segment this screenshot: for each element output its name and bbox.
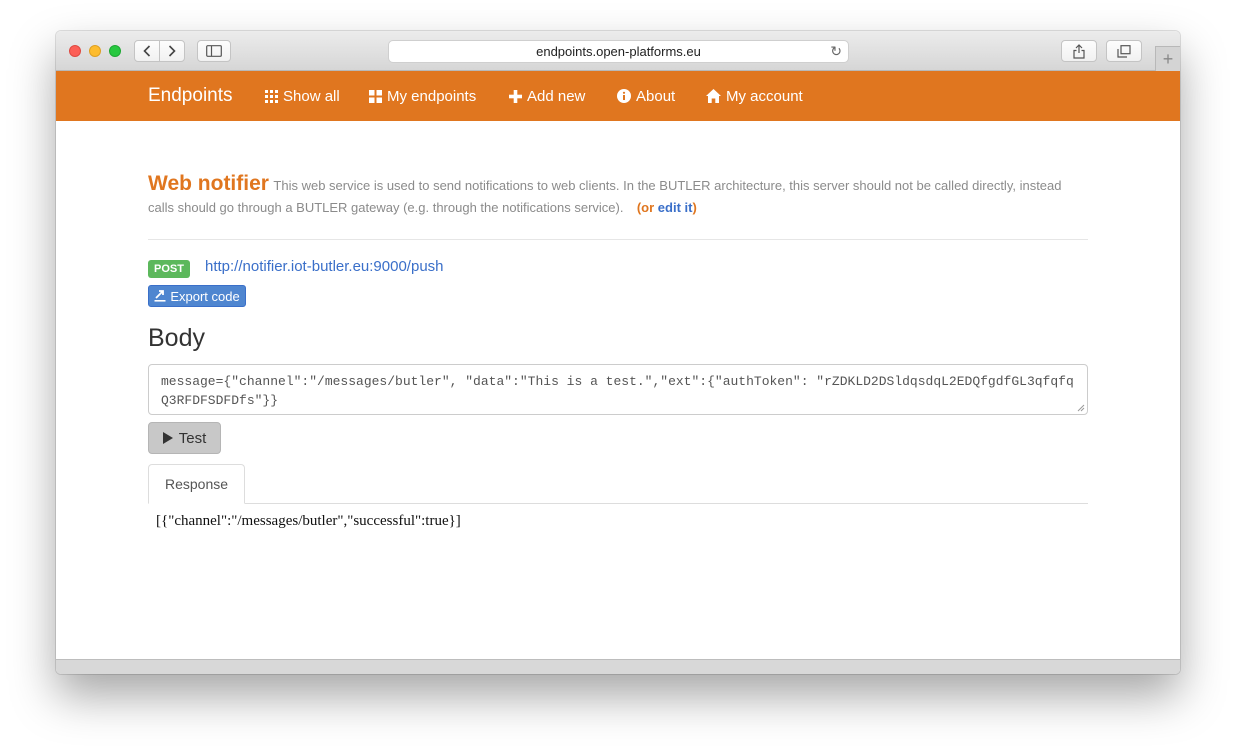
edit-suffix: ) (692, 200, 697, 215)
minimize-window-button[interactable] (89, 45, 101, 57)
nav-my-account[interactable]: My account (706, 71, 803, 121)
plus-icon (509, 89, 522, 103)
export-code-button[interactable]: Export code (148, 285, 246, 307)
new-tab-button[interactable]: + (1155, 46, 1180, 71)
reload-icon[interactable]: ↻ (830, 43, 842, 60)
nav-my-account-label: My account (726, 87, 803, 105)
export-code-label: Export code (170, 288, 240, 304)
nav-add-new[interactable]: Add new (509, 71, 585, 121)
divider (148, 239, 1088, 240)
chevron-left-icon (143, 45, 151, 57)
show-tabs-button[interactable] (1106, 40, 1142, 62)
play-icon (162, 432, 173, 444)
test-label: Test (178, 429, 207, 447)
tiles-icon (369, 89, 382, 103)
endpoint-url-link[interactable]: http://notifier.iot-butler.eu:9000/push (205, 258, 444, 275)
nav-about[interactable]: About (617, 71, 675, 121)
endpoint-title: Web notifier (148, 172, 269, 195)
nav-show-all-label: Show all (283, 87, 340, 105)
forward-button[interactable] (159, 40, 185, 62)
browser-toolbar: endpoints.open-platforms.eu ↻ + (56, 31, 1180, 71)
response-output: [{"channel":"/messages/butler","successf… (156, 513, 461, 529)
nav-my-endpoints[interactable]: My endpoints (369, 71, 476, 121)
tabs-underline (148, 503, 1088, 504)
body-textarea[interactable]: message={"channel":"/messages/butler", "… (148, 364, 1088, 415)
address-text: endpoints.open-platforms.eu (536, 44, 701, 59)
sidebar-icon (206, 45, 222, 57)
nav-add-new-label: Add new (527, 87, 586, 105)
nav-about-label: About (636, 87, 676, 105)
endpoint-intro: Web notifier This web service is used to… (148, 173, 1088, 219)
tab-response[interactable]: Response (148, 464, 245, 504)
resize-grip-icon[interactable] (1077, 404, 1085, 412)
browser-window: endpoints.open-platforms.eu ↻ + Endpoint… (56, 31, 1180, 674)
nav-show-all[interactable]: Show all (265, 71, 340, 121)
edit-link[interactable]: edit it (658, 200, 693, 215)
edit-hint: (or edit it) (637, 200, 697, 215)
endpoint-description: This web service is used to send notific… (148, 178, 1062, 215)
close-window-button[interactable] (69, 45, 81, 57)
test-button[interactable]: Test (148, 422, 221, 454)
address-bar[interactable]: endpoints.open-platforms.eu ↻ (388, 40, 849, 63)
edit-prefix: (or (636, 200, 658, 215)
method-badge: POST (148, 260, 190, 278)
chevron-right-icon (168, 45, 176, 57)
home-icon (706, 89, 721, 103)
brand-link[interactable]: Endpoints (148, 71, 233, 121)
tabs-overview-icon (1117, 44, 1131, 58)
body-heading: Body (148, 324, 205, 352)
share-icon (1073, 43, 1085, 59)
sidebar-toggle-button[interactable] (197, 40, 231, 62)
status-bar (56, 659, 1180, 674)
body-text: message={"channel":"/messages/butler", "… (161, 374, 1074, 408)
grid-icon (265, 89, 278, 103)
info-icon (617, 89, 631, 103)
share-button[interactable] (1061, 40, 1097, 62)
export-icon (154, 290, 166, 302)
back-button[interactable] (134, 40, 160, 62)
zoom-window-button[interactable] (109, 45, 121, 57)
nav-my-endpoints-label: My endpoints (387, 87, 477, 105)
site-navbar: Endpoints Show all My endpoints Add new … (56, 71, 1180, 121)
